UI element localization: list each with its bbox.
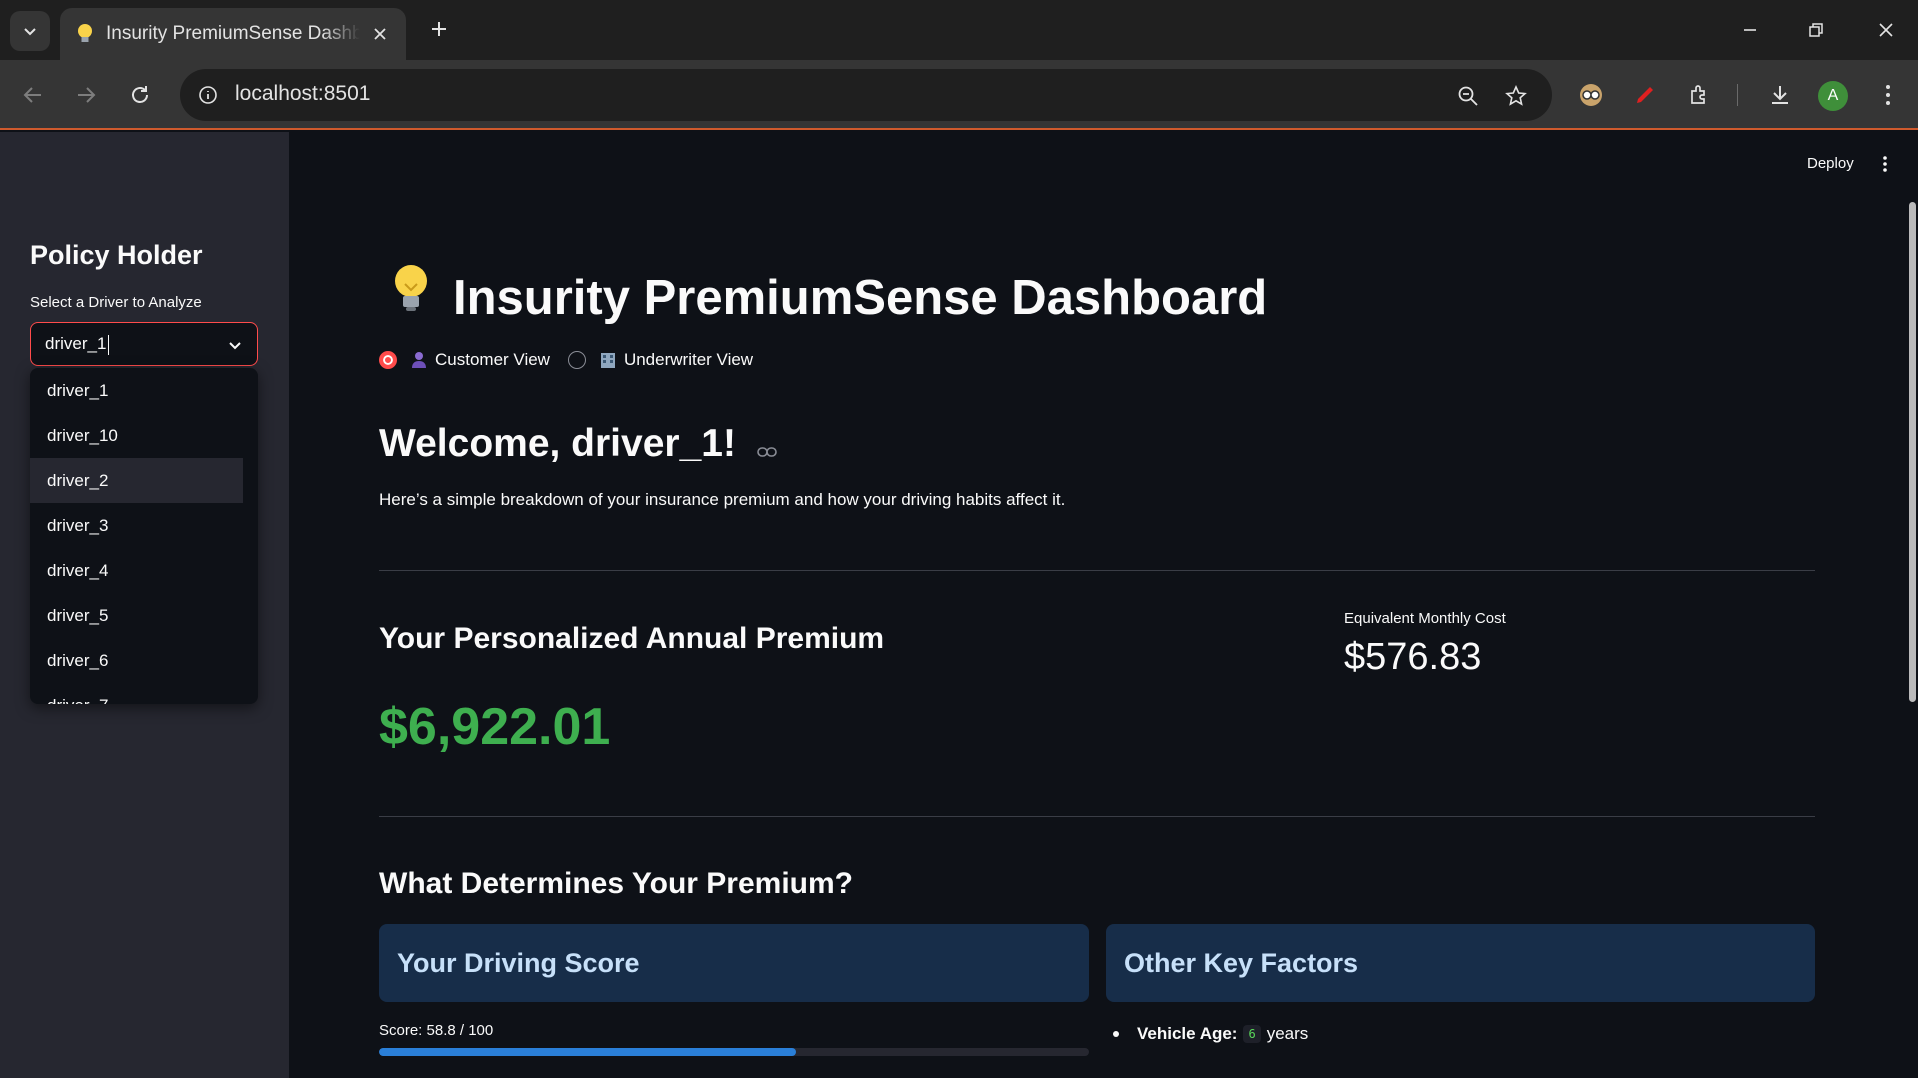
sidebar-heading: Policy Holder [30, 240, 203, 270]
radio-label[interactable]: Customer View [435, 350, 550, 370]
scrollbar[interactable] [1909, 202, 1916, 702]
card-title: Your Driving Score [397, 948, 640, 978]
driver-select[interactable]: driver_1 [30, 322, 258, 366]
dropdown-option[interactable]: driver_4 [30, 548, 243, 593]
score-progress-bar [379, 1048, 1089, 1056]
person-icon [409, 350, 429, 370]
dropdown-option[interactable]: driver_6 [30, 638, 243, 683]
url-text[interactable]: localhost:8501 [235, 82, 370, 106]
dropdown-option[interactable]: driver_1 [30, 368, 243, 413]
extensions-puzzle-icon[interactable] [1680, 75, 1720, 115]
deploy-button[interactable]: Deploy [1807, 155, 1854, 172]
driver-dropdown-list: driver_1 driver_10 driver_2 driver_3 dri… [30, 368, 258, 704]
radio-customer-view[interactable]: Customer View [379, 350, 550, 370]
lightbulb-icon [389, 262, 445, 326]
new-tab-button[interactable] [424, 14, 454, 44]
score-text: Score: 58.8 / 100 [379, 1022, 494, 1039]
driver-select-value[interactable]: driver_1 [45, 334, 110, 355]
driver-select-label: Select a Driver to Analyze [30, 294, 202, 311]
reload-button[interactable] [120, 75, 160, 115]
extension-glasses-icon[interactable] [1571, 75, 1611, 115]
dropdown-option[interactable]: driver_7 [30, 683, 243, 704]
card-title: Other Key Factors [1124, 948, 1359, 978]
zoom-icon[interactable] [1453, 81, 1483, 111]
bullet [1113, 1031, 1119, 1037]
close-icon[interactable] [368, 22, 392, 46]
page-title: Insurity PremiumSense Dashboard [389, 262, 1267, 326]
tab-title: Insurity PremiumSense Dashboard [106, 23, 360, 44]
radio-label[interactable]: Underwriter View [624, 350, 753, 370]
extension-pen-icon[interactable] [1625, 75, 1665, 115]
dropdown-option[interactable]: driver_5 [30, 593, 243, 638]
score-progress-fill [379, 1048, 797, 1056]
download-icon[interactable] [1760, 75, 1800, 115]
monthly-cost-label: Equivalent Monthly Cost [1344, 610, 1506, 627]
back-button[interactable] [13, 75, 53, 115]
driving-score-card: Your Driving Score [379, 924, 1089, 1002]
premium-heading: Your Personalized Annual Premium [379, 622, 885, 655]
divider [379, 570, 1815, 571]
office-building-icon [598, 350, 618, 370]
forward-button[interactable] [66, 75, 106, 115]
toolbar-divider [1737, 84, 1738, 106]
profile-avatar[interactable]: A [1818, 81, 1848, 111]
divider [379, 816, 1815, 817]
welcome-description: Here’s a simple breakdown of your insura… [379, 490, 1066, 509]
arrow-left-icon [23, 87, 41, 103]
chevron-down-icon [24, 28, 36, 36]
chevron-down-icon[interactable] [225, 335, 245, 355]
minimize-icon [1744, 29, 1756, 31]
view-toggle: Customer View Underwriter View [379, 350, 771, 370]
dropdown-option[interactable]: driver_2 [30, 458, 243, 503]
annual-premium-value: $6,922.01 [379, 698, 611, 756]
restore-button[interactable] [1796, 10, 1836, 50]
factor-value: 6 [1243, 1025, 1261, 1043]
reload-icon [132, 86, 148, 103]
address-bar[interactable]: localhost:8501 [180, 69, 1552, 121]
browser-tabbar: Insurity PremiumSense Dashboard [0, 0, 1918, 60]
determinants-heading: What Determines Your Premium? [379, 867, 853, 900]
welcome-heading: Welcome, driver_1! [379, 422, 777, 468]
arrow-right-icon [78, 87, 96, 103]
radio-selected[interactable] [379, 351, 397, 369]
factor-key: Vehicle Age: [1137, 1024, 1238, 1043]
close-icon [1879, 23, 1893, 37]
browser-tab[interactable]: Insurity PremiumSense Dashboard [60, 8, 406, 60]
radio-unselected[interactable] [567, 351, 586, 369]
more-vertical-icon[interactable] [1868, 75, 1908, 115]
radio-underwriter-view[interactable]: Underwriter View [567, 350, 753, 370]
minimize-button[interactable] [1730, 10, 1770, 50]
main-content: Deploy Insurity PremiumSense Dashboard C… [289, 132, 1918, 1078]
main-menu-icon[interactable] [1877, 152, 1893, 176]
sidebar: Policy Holder Select a Driver to Analyze… [0, 132, 289, 1078]
info-icon[interactable] [194, 81, 222, 109]
star-icon[interactable] [1501, 81, 1531, 111]
dropdown-option[interactable]: driver_10 [30, 413, 243, 458]
restore-icon [1809, 23, 1823, 37]
factor-item: Vehicle Age: 6 years [1107, 1024, 1308, 1044]
plus-icon [432, 22, 446, 36]
lightbulb-icon [74, 23, 96, 45]
tab-search-button[interactable] [10, 11, 50, 51]
link-icon[interactable] [756, 424, 777, 468]
other-factors-card: Other Key Factors [1106, 924, 1815, 1002]
monthly-cost-value: $576.83 [1344, 636, 1482, 678]
browser-toolbar: localhost:8501 [0, 60, 1918, 130]
dropdown-option[interactable]: driver_3 [30, 503, 243, 548]
close-window-button[interactable] [1866, 10, 1906, 50]
factor-unit: years [1266, 1024, 1309, 1043]
